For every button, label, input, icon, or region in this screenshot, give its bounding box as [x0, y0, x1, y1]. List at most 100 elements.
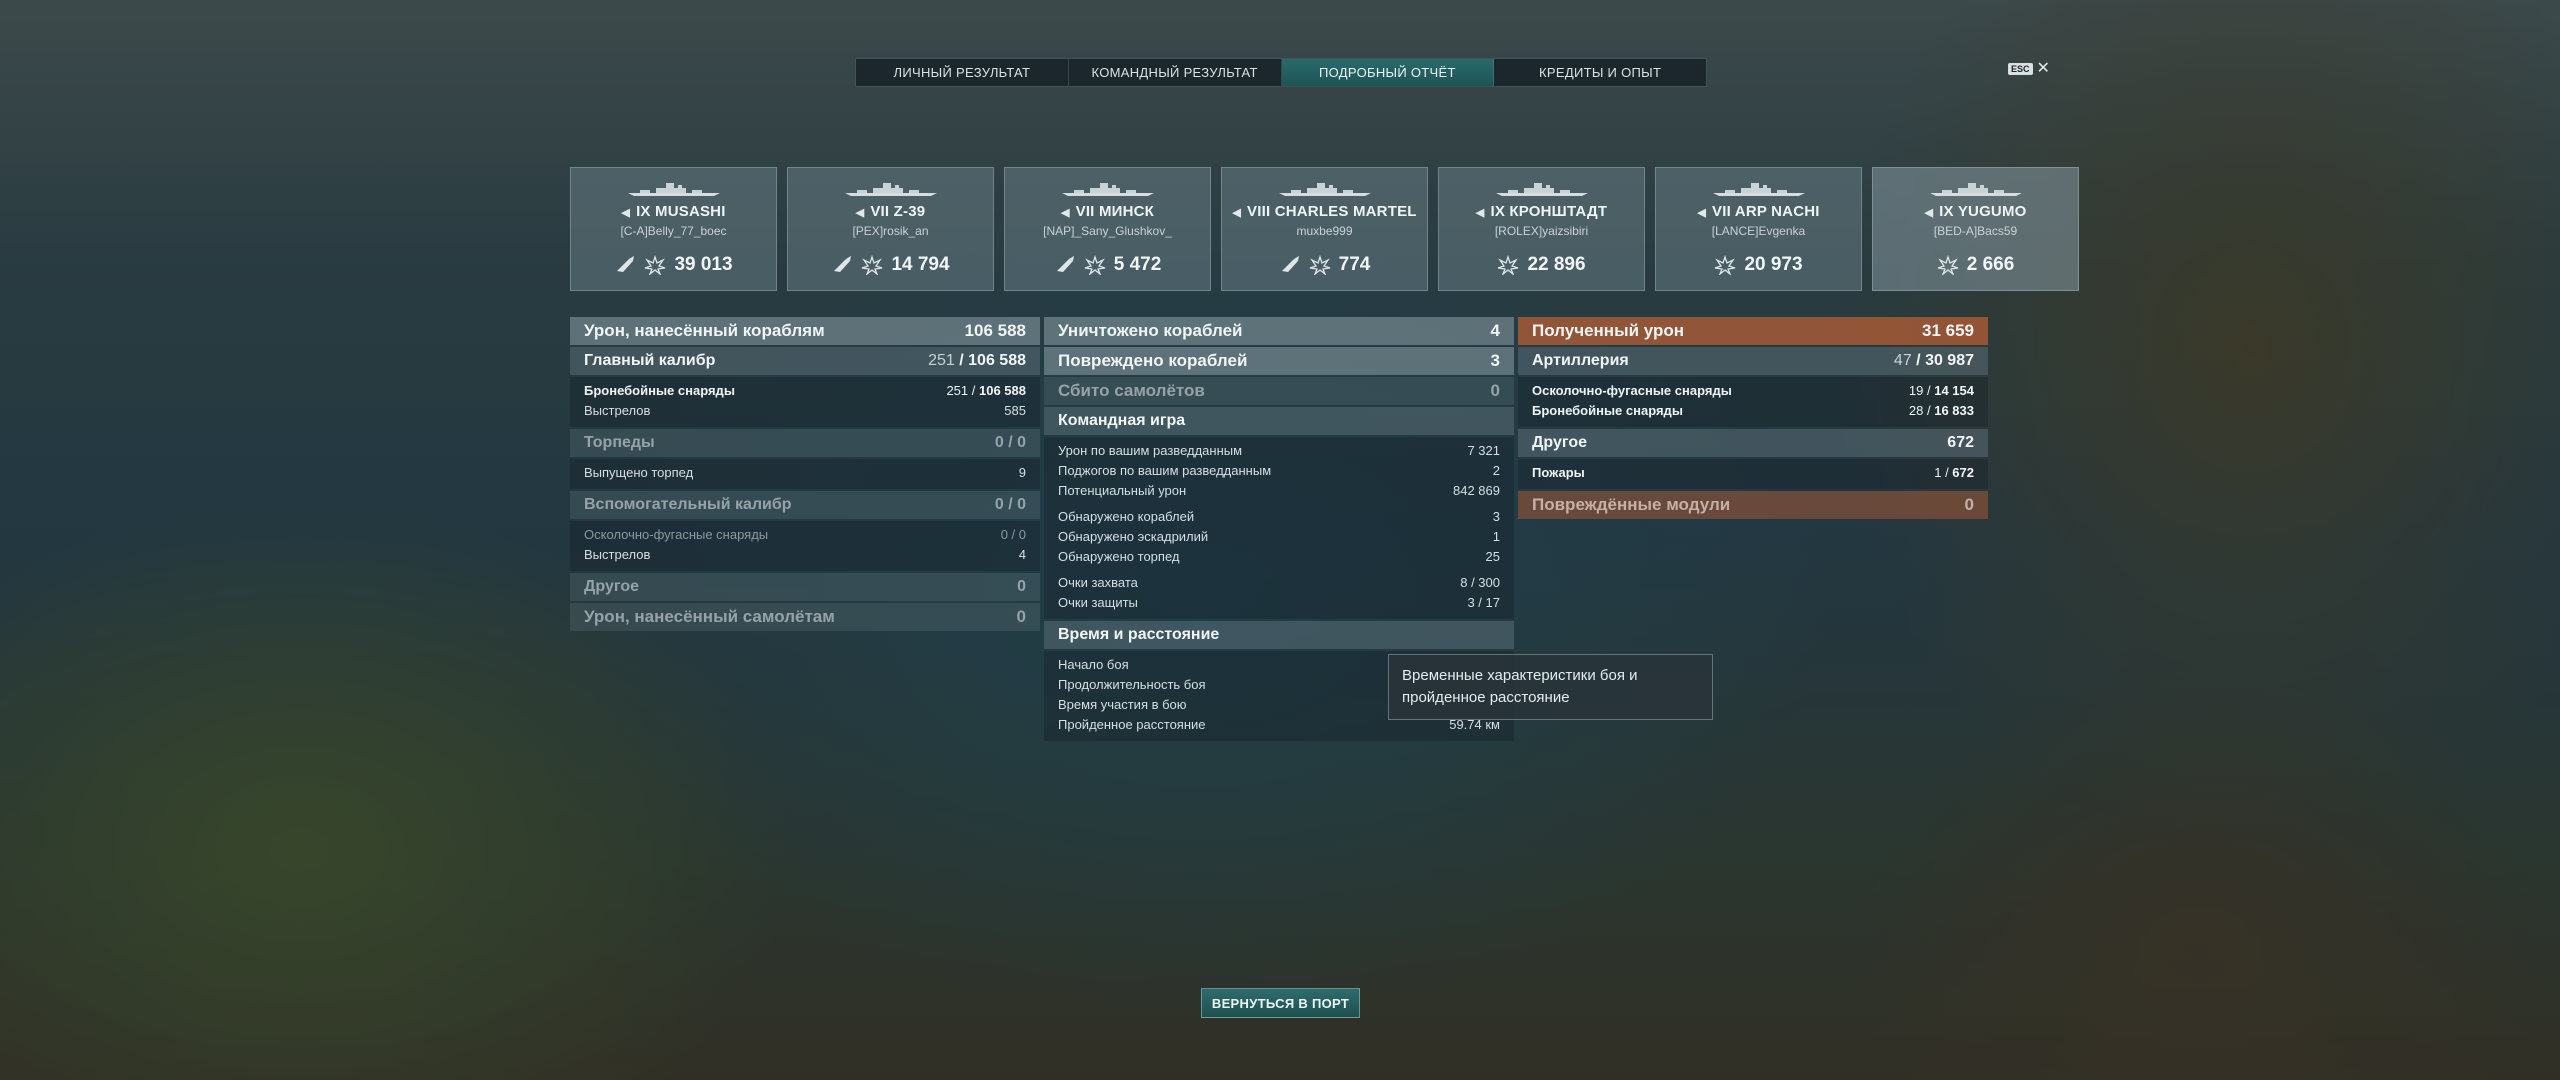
ship-class-icon: ◀: [1060, 207, 1070, 219]
damage-burst-icon: [1309, 255, 1330, 275]
ship-card[interactable]: ◀ VII ARP NACHI [LANCE]Evgenka 20 973: [1655, 167, 1862, 291]
received-ap-row: Бронебойные снаряды 28 / 16 833: [1532, 403, 1974, 418]
spotting-damage-row: Урон по вашим разведданным 7 321: [1058, 443, 1500, 458]
damage-burst-icon: [862, 255, 883, 275]
ship-damage-value: 20 973: [1744, 254, 1803, 275]
ship-class-icon: ◀: [1232, 207, 1241, 219]
main-shots-row: Выстрелов 585: [584, 403, 1026, 418]
ship-card[interactable]: ◀ IX MUSASHI [C-A]Belly_77_boec 39 013: [570, 167, 777, 291]
plane-damage-header: Урон, нанесённый самолётам 0: [570, 603, 1040, 631]
ship-silhouette-icon: [1929, 183, 2022, 196]
tab-credits-xp[interactable]: КРЕДИТЫ И ОПЫТ: [1494, 59, 1706, 86]
results-tabs: ЛИЧНЫЙ РЕЗУЛЬТАТ КОМАНДНЫЙ РЕЗУЛЬТАТ ПОД…: [855, 58, 1707, 87]
ship-name: ◀ VII Z-39: [855, 203, 926, 220]
fires-row: Пожары 1 / 672: [1532, 465, 1974, 480]
player-name: [BED-A]Bacs59: [1933, 224, 2018, 238]
ship-damage-summary: 20 973: [1656, 254, 1861, 276]
ship-damage-value: 14 794: [891, 254, 950, 275]
ship-card[interactable]: ◀ VII МИНСК [NAP]_Sany_Glushkov_ 5 472: [1004, 167, 1211, 291]
capture-points-row: Очки захвата 8 / 300: [1058, 575, 1500, 590]
damage-burst-icon: [645, 255, 666, 275]
spotting-fires-row: Поджогов по вашим разведданным 2: [1058, 463, 1500, 478]
ship-silhouette-icon: [1278, 183, 1371, 196]
potential-damage-row: Потенциальный урон 842 869: [1058, 483, 1500, 498]
tab-detailed-report[interactable]: ПОДРОБНЫЙ ОТЧЁТ: [1281, 59, 1495, 86]
ship-damage-summary: 14 794: [788, 254, 993, 276]
ship-silhouette-icon: [1712, 183, 1805, 196]
ship-damage-header: Урон, нанесённый кораблям 106 588: [570, 317, 1040, 345]
player-name: [C-A]Belly_77_boec: [620, 224, 727, 238]
secondary-shots-row: Выстрелов 4: [584, 547, 1026, 562]
ship-silhouette-icon: [1061, 183, 1154, 196]
torpedoes-launched-row: Выпущено торпед 9: [584, 465, 1026, 480]
ship-silhouette-icon: [1495, 183, 1588, 196]
received-damage-header: Полученный урон 31 659: [1518, 317, 1988, 345]
planes-shot-header: Сбито самолётов 0: [1044, 377, 1514, 405]
shell-icon: [617, 256, 635, 272]
damaged-ships-header: Повреждено кораблей 3: [1044, 347, 1514, 375]
ship-class-icon: ◀: [855, 207, 865, 219]
secondary-header: Вспомогательный калибр 0 / 0: [570, 491, 1040, 519]
ship-name: ◀ IX КРОНШТАДТ: [1475, 203, 1608, 220]
close-icon: ✕: [2036, 60, 2050, 77]
spotted-ships-row: Обнаружено кораблей 3: [1058, 509, 1500, 524]
team-play-rows: Урон по вашим разведданным 7 321 Поджогов…: [1044, 437, 1514, 619]
ship-damage-value: 2 666: [1966, 254, 2015, 275]
damage-burst-icon: [1498, 255, 1519, 275]
ship-card[interactable]: ◀ IX КРОНШТАДТ [ROLEX]yaizsibiri 22 896: [1438, 167, 1645, 291]
damaged-ships-row: ◀ IX MUSASHI [C-A]Belly_77_boec 39 013 ◀ VII …: [570, 167, 2079, 291]
ship-damage-summary: 22 896: [1439, 254, 1644, 276]
damaged-modules-header: Повреждённые модули 0: [1518, 491, 1988, 519]
ship-class-icon: ◀: [1697, 207, 1707, 219]
damage-burst-icon: [1715, 255, 1736, 275]
destroyed-ships-header: Уничтожено кораблей 4: [1044, 317, 1514, 345]
damage-dealt-panel: Урон, нанесённый кораблям 106 588 Главны…: [570, 317, 1040, 633]
received-he-row: Осколочно-фугасные снаряды 19 / 14 154: [1532, 383, 1974, 398]
damage-burst-icon: [1937, 255, 1958, 275]
tab-team-result[interactable]: КОМАНДНЫЙ РЕЗУЛЬТАТ: [1069, 59, 1282, 86]
time-distance-tooltip: Временные характеристики боя и пройденно…: [1388, 654, 1713, 720]
ship-name: ◀ IX MUSASHI: [621, 203, 726, 220]
team-play-header: Командная игра: [1044, 407, 1514, 435]
ship-name: ◀ IX YUGUMO: [1924, 203, 2027, 220]
ship-damage-value: 5 472: [1113, 254, 1162, 275]
shell-icon: [1281, 256, 1299, 272]
ship-damage-summary: 774: [1222, 254, 1427, 276]
defense-points-row: Очки защиты 3 / 17: [1058, 595, 1500, 610]
main-battery-rows: Бронебойные снаряды 251 / 106 588 Выстре…: [570, 377, 1040, 427]
time-distance-header[interactable]: Время и расстояние: [1044, 621, 1514, 649]
ship-card[interactable]: ◀ IX YUGUMO [BED-A]Bacs59 2 666: [1872, 167, 2079, 291]
ship-damage-summary: 2 666: [1873, 254, 2078, 276]
tab-personal-result[interactable]: ЛИЧНЫЙ РЕЗУЛЬТАТ: [856, 59, 1069, 86]
ap-shells-row: Бронебойные снаряды 251 / 106 588: [584, 383, 1026, 398]
ship-name: ◀ VII ARP NACHI: [1697, 203, 1820, 220]
ship-damage-summary: 5 472: [1005, 254, 1210, 276]
player-name: [NAP]_Sany_Glushkov_: [1043, 224, 1172, 238]
artillery-header: Артиллерия 47 / 30 987: [1518, 347, 1988, 375]
ship-name: ◀ VIII CHARLES MARTEL: [1232, 203, 1417, 220]
player-name: [PEX]rosik_an: [852, 224, 929, 238]
torpedo-rows: Выпущено торпед 9: [570, 459, 1040, 489]
damage-received-panel: Полученный урон 31 659 Артиллерия 47 / 30…: [1518, 317, 1988, 521]
he-shells-row: Осколочно-фугасные снаряды 0 / 0: [584, 527, 1026, 542]
ship-silhouette-icon: [844, 183, 937, 196]
damage-burst-icon: [1084, 255, 1105, 275]
fires-rows: Пожары 1 / 672: [1518, 459, 1988, 489]
shell-icon: [1056, 256, 1074, 272]
ship-damage-summary: 39 013: [571, 254, 776, 276]
received-other-header: Другое 672: [1518, 429, 1988, 457]
main-battery-header: Главный калибр 251 / 106 588: [570, 347, 1040, 375]
ship-card[interactable]: ◀ VII Z-39 [PEX]rosik_an 14 794: [787, 167, 994, 291]
ship-name: ◀ VII МИНСК: [1060, 203, 1155, 220]
ship-card[interactable]: ◀ VIII CHARLES MARTEL muxbe999 774: [1221, 167, 1428, 291]
ship-class-icon: ◀: [1475, 207, 1485, 219]
player-name: [ROLEX]yaizsibiri: [1494, 224, 1589, 238]
torpedoes-header: Торпеды 0 / 0: [570, 429, 1040, 457]
ship-damage-value: 774: [1338, 254, 1371, 275]
esc-key-label: ESC: [2008, 63, 2033, 75]
player-name: muxbe999: [1296, 224, 1353, 238]
artillery-rows: Осколочно-фугасные снаряды 19 / 14 154 Б…: [1518, 377, 1988, 427]
other-damage-header: Другое 0: [570, 573, 1040, 601]
close-button[interactable]: ESC ✕: [2008, 61, 2050, 77]
return-to-port-button[interactable]: ВЕРНУТЬСЯ В ПОРТ: [1201, 988, 1360, 1018]
